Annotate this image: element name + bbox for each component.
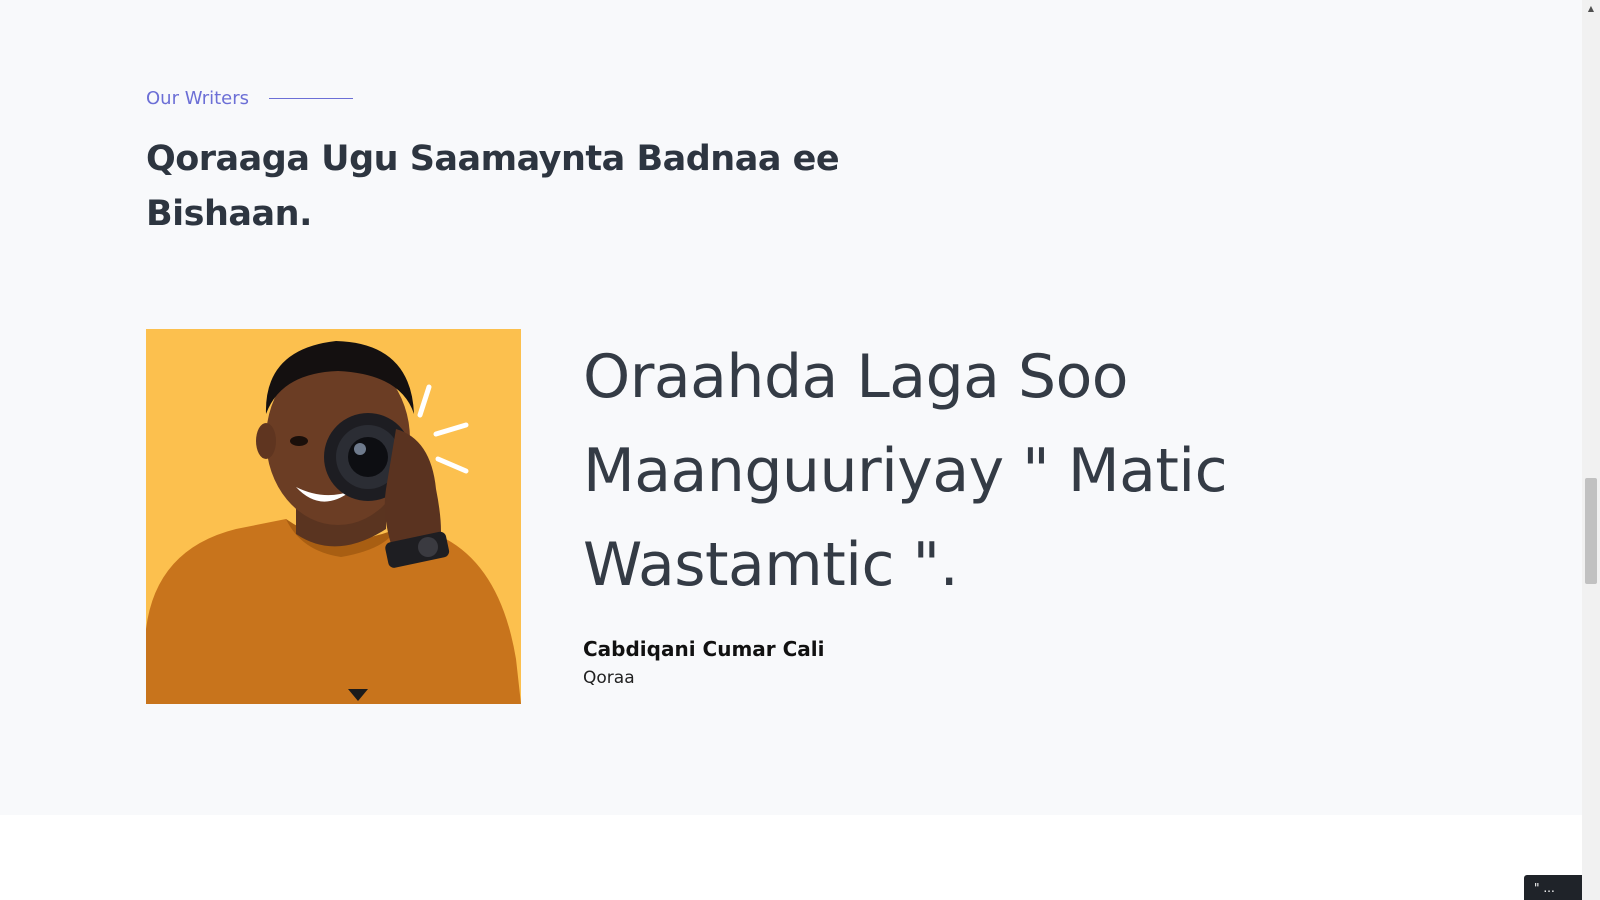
scroll-up-arrow-icon[interactable]: ▲ [1582,0,1600,17]
writer-photo-illustration [146,329,521,704]
page-scrollbar[interactable]: ▲ [1582,0,1600,900]
corner-widget[interactable]: " ... [1524,875,1582,900]
section-eyebrow: Our Writers [146,88,353,109]
section-title: Qoraaga Ugu Saamaynta Badnaa ee Bishaan. [146,139,840,234]
writer-role: Qoraa [583,668,635,688]
scrollbar-thumb[interactable] [1585,478,1597,584]
writers-section: Our Writers Qoraaga Ugu Saamaynta Badnaa… [0,0,1582,815]
next-section [0,815,1582,900]
page: Our Writers Qoraaga Ugu Saamaynta Badnaa… [0,0,1600,900]
eyebrow-label: Our Writers [146,88,249,109]
writer-photo [146,329,521,704]
eyebrow-divider [269,98,353,99]
featured-quote: Oraahda Laga Soo Maanguuriyay " Matic Wa… [583,342,1228,600]
writer-name: Cabdiqani Cumar Cali [583,637,825,661]
